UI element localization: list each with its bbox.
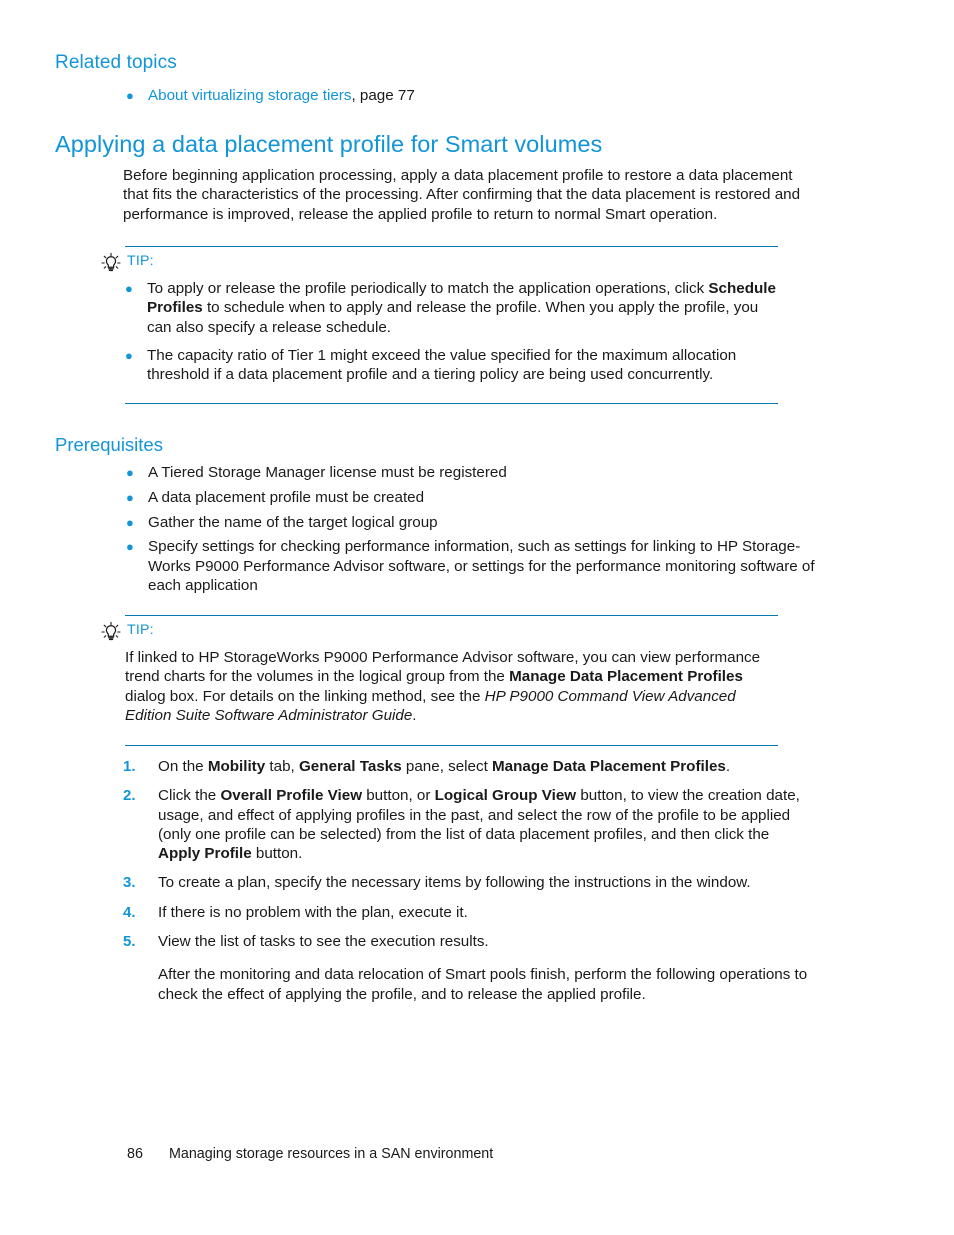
prerequisite-text: Gather the name of the target logical gr… — [148, 513, 438, 531]
step-number: 4. — [123, 903, 136, 921]
page-footer: 86 Managing storage resources in a SAN e… — [127, 1146, 493, 1162]
text-segment: tab, — [265, 758, 299, 775]
step-item: 4. If there is no problem with the plan,… — [123, 903, 813, 922]
list-item: ● A Tiered Storage Manager license must … — [126, 463, 816, 482]
text-segment-bold: Mobility — [207, 758, 266, 775]
document-page: Related topics ● About virtualizing stor… — [0, 0, 954, 1235]
prerequisite-text: A Tiered Storage Manager license must be… — [148, 464, 507, 481]
prerequisite-text: A data placement profile must be created — [148, 488, 425, 506]
step-text: If there is no problem with the plan, ex… — [158, 903, 813, 922]
tip-header: TIP: — [100, 620, 800, 644]
tip-callout-2: TIP: If linked to HP StorageWorks P9000 … — [100, 615, 800, 747]
text-segment-bold: General Tasks — [298, 758, 402, 775]
procedure-steps: 1. On the Mobility tab, General Tasks pa… — [123, 757, 813, 1004]
text-segment: On the — [158, 758, 208, 775]
text-segment-bold: Logical Group View — [434, 787, 577, 805]
bullet-dot-icon: ● — [125, 347, 133, 363]
prerequisites-heading: Prerequisites — [55, 434, 163, 455]
text-segment: button, or — [362, 787, 435, 805]
text-segment: button. — [251, 845, 303, 863]
prerequisite-text: Specify settings for checking performanc… — [148, 538, 815, 594]
list-item: ● About virtualizing storage tiers, page… — [126, 86, 826, 105]
step-number: 1. — [123, 758, 136, 775]
tip-body: If linked to HP StorageWorks P9000 Perfo… — [125, 648, 785, 725]
tip-callout-1: TIP: ● To apply or release the profile p… — [100, 246, 800, 405]
text-segment: To apply or release the profile periodic… — [147, 280, 709, 297]
tip-bullet-text: To apply or release the profile periodic… — [147, 279, 785, 337]
related-topics-list: ● About virtualizing storage tiers, page… — [126, 86, 826, 105]
list-item: ● Specify settings for checking performa… — [126, 537, 816, 595]
step-number: 5. — [123, 933, 136, 951]
step-text: Click the Overall Profile View button, o… — [158, 786, 813, 863]
tip-label: TIP: — [127, 253, 154, 269]
prerequisites-list: ● A Tiered Storage Manager license must … — [126, 463, 816, 601]
text-segment-bold: Manage Data Placement Profiles — [509, 668, 743, 686]
text-segment: pane, select — [401, 758, 493, 775]
tip-rule-bottom — [125, 403, 778, 405]
bullet-dot-icon: ● — [125, 281, 133, 296]
bullet-dot-icon: ● — [126, 88, 134, 103]
tip-rule-top — [125, 246, 778, 247]
step-text: On the Mobility tab, General Tasks pane,… — [158, 757, 813, 776]
text-segment: If there is no problem with the plan, ex… — [158, 903, 468, 921]
tip-rule-top — [125, 615, 778, 616]
related-topic-text: About virtualizing storage tiers, page 7… — [148, 86, 415, 105]
related-topic-link[interactable]: About virtualizing storage tiers — [148, 87, 351, 104]
step-number: 2. — [123, 787, 136, 805]
text-segment: To create a plan, specify the necessary … — [158, 874, 751, 892]
text-segment-bold: Manage Data Placement Profiles — [492, 758, 726, 775]
related-topic-page: , page 77 — [351, 87, 415, 104]
step-number: 3. — [123, 874, 136, 892]
tip-rule-bottom — [125, 745, 778, 747]
bullet-dot-icon: ● — [126, 465, 134, 480]
list-item: ● Gather the name of the target logical … — [126, 513, 816, 532]
lightbulb-icon — [100, 252, 122, 274]
text-segment: View the list of tasks to see the execut… — [158, 933, 489, 951]
step-text: View the list of tasks to see the execut… — [158, 932, 813, 951]
step-item: 2. Click the Overall Profile View button… — [123, 786, 813, 863]
text-segment: to schedule when to apply and release th… — [147, 299, 759, 336]
page-title: Applying a data placement profile for Sm… — [55, 131, 603, 157]
tip-header: TIP: — [100, 251, 800, 275]
tip-body: ● To apply or release the profile period… — [125, 279, 785, 384]
tip-label: TIP: — [127, 622, 154, 638]
step-text: To create a plan, specify the necessary … — [158, 873, 813, 892]
text-segment-bold: Apply Profile — [158, 845, 252, 863]
section-intro-paragraph: Before beginning application processing,… — [123, 167, 801, 223]
footer-chapter-title: Managing storage resources in a SAN envi… — [169, 1146, 494, 1162]
tip-paragraph: If linked to HP StorageWorks P9000 Perfo… — [125, 648, 785, 725]
text-segment: Click the — [158, 787, 221, 805]
lightbulb-icon — [100, 621, 122, 643]
list-item: ● A data placement profile must be creat… — [126, 488, 816, 507]
footer-page-number: 86 — [127, 1146, 143, 1162]
step-item: 5. View the list of tasks to see the exe… — [123, 932, 813, 951]
text-segment: dialog box. For details on the linking m… — [125, 687, 485, 705]
bullet-dot-icon: ● — [126, 489, 134, 505]
text-segment: . — [725, 758, 731, 775]
step-item: 3. To create a plan, specify the necessa… — [123, 873, 813, 892]
related-topics-heading: Related topics — [55, 52, 177, 73]
steps-closing-paragraph: After the monitoring and data relocation… — [158, 966, 808, 1003]
list-item: ● The capacity ratio of Tier 1 might exc… — [125, 346, 785, 385]
list-item: ● To apply or release the profile period… — [125, 279, 785, 337]
text-segment: . — [412, 706, 417, 724]
bullet-dot-icon: ● — [126, 514, 134, 530]
bullet-dot-icon: ● — [126, 539, 134, 555]
text-segment-bold: Overall Profile View — [220, 787, 363, 805]
tip-bullet-text: The capacity ratio of Tier 1 might excee… — [147, 346, 737, 384]
step-item: 1. On the Mobility tab, General Tasks pa… — [123, 757, 813, 776]
